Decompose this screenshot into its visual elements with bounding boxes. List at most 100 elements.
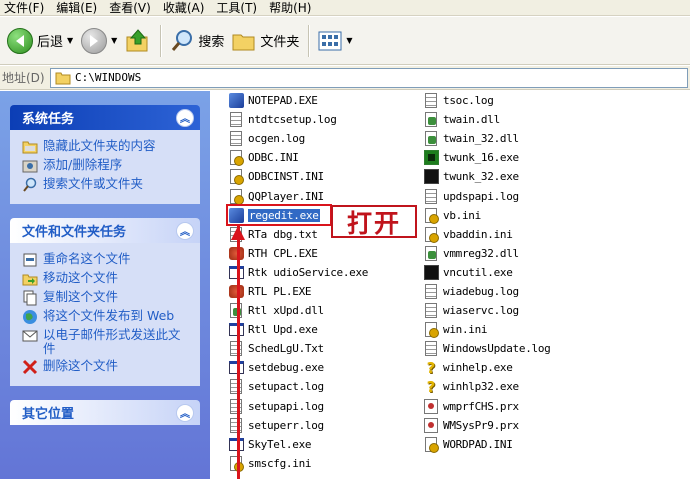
file-name: QQPlayer.INI: [248, 189, 324, 203]
config-file-icon: [228, 455, 244, 472]
task-label: 移动这个文件: [43, 270, 119, 285]
annotation-arrow-shaft: [237, 226, 240, 479]
config-file-icon: [423, 207, 439, 224]
folders-button[interactable]: 文件夹: [228, 22, 303, 60]
task-label: 复制这个文件: [43, 289, 119, 304]
system-tasks-body: 隐藏此文件夹的内容 添加/删除程序 搜索文件或文件夹: [10, 130, 200, 204]
file-item[interactable]: SkyTel.exe: [228, 435, 368, 454]
file-name: wiaservc.log: [443, 304, 519, 318]
collapse-icon[interactable]: ︽: [176, 221, 194, 240]
file-name: smscfg.ini: [248, 456, 312, 470]
system-tasks-header[interactable]: 系统任务 ︽: [10, 105, 200, 130]
file-item[interactable]: ocgen.log: [228, 129, 368, 148]
file-item[interactable]: Rtl Upd.exe: [228, 320, 368, 339]
notepad-icon: [228, 93, 244, 109]
menu-help[interactable]: 帮助(H): [265, 1, 319, 15]
file-name: vbaddin.ini: [443, 227, 513, 241]
task-rename[interactable]: 重命名这个文件: [22, 252, 190, 268]
other-places-header[interactable]: 其它位置 ︽: [10, 400, 200, 425]
file-item[interactable]: setupact.log: [228, 377, 368, 396]
file-item[interactable]: smscfg.ini: [228, 454, 368, 473]
file-item[interactable]: WMSysPr9.prx: [423, 416, 550, 435]
forward-button[interactable]: ▼: [77, 22, 121, 60]
file-name: winhlp32.exe: [443, 380, 519, 394]
selection-highlight-box: [226, 204, 332, 226]
file-item[interactable]: updspapi.log: [423, 186, 550, 205]
task-email-file[interactable]: 以电子邮件形式发送此文件: [22, 328, 190, 356]
menu-view[interactable]: 查看(V): [105, 1, 159, 15]
file-item[interactable]: ntdtcsetup.log: [228, 110, 368, 129]
file-item[interactable]: WORDPAD.INI: [423, 435, 550, 454]
file-tasks-body: 重命名这个文件 移动这个文件 复制这个文件 将这个文件发布到 Web 以电子邮件…: [10, 243, 200, 386]
config-file-icon: [423, 226, 439, 243]
up-folder-button[interactable]: [121, 22, 155, 60]
file-item[interactable]: RTH CPL.EXE: [228, 244, 368, 263]
file-item[interactable]: wmprfCHS.prx: [423, 397, 550, 416]
task-add-remove-programs[interactable]: 添加/删除程序: [22, 158, 190, 174]
file-item[interactable]: twain_32.dll: [423, 129, 550, 148]
file-item[interactable]: Rtl xUpd.dll: [228, 301, 368, 320]
config-file-icon: [228, 169, 244, 186]
file-item[interactable]: SchedLgU.Txt: [228, 339, 368, 358]
delete-icon: [22, 359, 38, 375]
file-item[interactable]: win.ini: [423, 320, 550, 339]
file-name: SchedLgU.Txt: [248, 342, 324, 356]
dropdown-arrow-icon[interactable]: ▼: [67, 36, 73, 45]
file-item[interactable]: Rtk udioService.exe: [228, 263, 368, 282]
config-file-icon: [228, 150, 244, 167]
address-input[interactable]: C:\WINDOWS: [50, 67, 688, 88]
search-button[interactable]: 搜索: [166, 22, 228, 60]
collapse-icon[interactable]: ︽: [176, 403, 194, 422]
views-button[interactable]: ▼: [314, 22, 356, 60]
task-search-files[interactable]: 搜索文件或文件夹: [22, 177, 190, 193]
file-item[interactable]: setuperr.log: [228, 416, 368, 435]
dropdown-arrow-icon[interactable]: ▼: [111, 36, 117, 45]
file-column-2: tsoc.log twain.dll twain_32.dll twunk_16.ex…: [423, 91, 551, 454]
task-move[interactable]: 移动这个文件: [22, 271, 190, 287]
file-name: vncutil.exe: [443, 265, 513, 279]
file-item[interactable]: ODBC.INI: [228, 148, 368, 167]
dll-icon: [228, 303, 244, 319]
dropdown-arrow-icon[interactable]: ▼: [346, 36, 352, 45]
help-icon: ?: [426, 358, 436, 377]
file-name: setupact.log: [248, 380, 324, 394]
file-item[interactable]: twain.dll: [423, 110, 550, 129]
file-tasks-header[interactable]: 文件和文件夹任务 ︽: [10, 218, 200, 243]
back-button[interactable]: 后退 ▼: [3, 22, 77, 60]
file-item[interactable]: RTL PL.EXE: [228, 282, 368, 301]
file-item[interactable]: wiadebug.log: [423, 282, 550, 301]
file-item[interactable]: twunk_32.exe: [423, 167, 550, 186]
file-item[interactable]: wiaservc.log: [423, 301, 550, 320]
file-item[interactable]: ? winhelp.exe: [423, 358, 550, 377]
file-item[interactable]: twunk_16.exe: [423, 148, 550, 167]
menu-tools[interactable]: 工具(T): [212, 1, 265, 15]
file-item[interactable]: vncutil.exe: [423, 263, 550, 282]
file-item[interactable]: setupapi.log: [228, 397, 368, 416]
file-name: Rtl Upd.exe: [248, 323, 318, 337]
text-file-icon: [228, 131, 244, 147]
file-list: NOTEPAD.EXE ntdtcsetup.log ocgen.log ODBC.I…: [210, 91, 690, 479]
file-name: RTL PL.EXE: [248, 284, 312, 298]
collapse-icon[interactable]: ︽: [176, 108, 194, 127]
task-hide-contents[interactable]: 隐藏此文件夹的内容: [22, 139, 190, 155]
file-item[interactable]: tsoc.log: [423, 91, 550, 110]
menu-favorites[interactable]: 收藏(A): [159, 1, 213, 15]
task-copy[interactable]: 复制这个文件: [22, 290, 190, 306]
folder-icon: [55, 72, 71, 84]
text-file-icon: [228, 379, 244, 395]
task-publish-web[interactable]: 将这个文件发布到 Web: [22, 309, 190, 325]
file-item[interactable]: NOTEPAD.EXE: [228, 91, 368, 110]
menu-edit[interactable]: 编辑(E): [52, 1, 105, 15]
file-item[interactable]: ODBCINST.INI: [228, 167, 368, 186]
menu-file[interactable]: 文件(F): [0, 1, 52, 15]
dll-icon: [423, 131, 439, 147]
file-item[interactable]: vb.ini: [423, 206, 550, 225]
file-item[interactable]: ? winhlp32.exe: [423, 377, 550, 396]
task-delete[interactable]: 删除这个文件: [22, 359, 190, 375]
file-item[interactable]: vmmreg32.dll: [423, 244, 550, 263]
window-app-icon: [228, 264, 244, 280]
file-name: SkyTel.exe: [248, 437, 312, 451]
file-item[interactable]: vbaddin.ini: [423, 225, 550, 244]
file-item[interactable]: setdebug.exe: [228, 358, 368, 377]
file-item[interactable]: WindowsUpdate.log: [423, 339, 551, 358]
